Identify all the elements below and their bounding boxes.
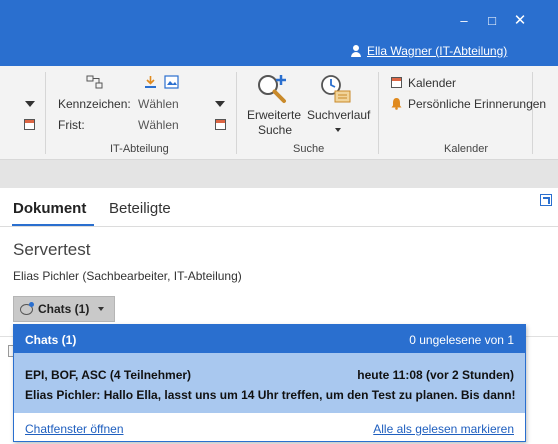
calendar-icon xyxy=(391,77,402,88)
bell-icon xyxy=(391,98,402,110)
ribbon-separator xyxy=(532,72,533,154)
hierarchy-icon xyxy=(86,75,103,89)
document-title: Servertest xyxy=(13,240,91,259)
chat-list-item[interactable]: EPI, BOF, ASC (4 Teilnehmer) heute 11:08… xyxy=(14,353,525,413)
ribbon-spacer xyxy=(0,160,558,188)
title-bar: – □ ✕ Ella Wagner (IT-Abteilung) xyxy=(0,0,558,66)
minimize-button[interactable]: – xyxy=(452,10,476,32)
chats-popup: Chats (1) 0 ungelesene von 1 EPI, BOF, A… xyxy=(13,324,526,442)
chevron-down-icon[interactable] xyxy=(215,101,225,107)
frist-label: Frist: xyxy=(58,118,85,132)
document-subtitle: Elias Pichler (Sachbearbeiter, IT-Abteil… xyxy=(13,269,242,283)
calendar-icon[interactable] xyxy=(215,119,226,130)
group-label-it-abteilung: IT-Abteilung xyxy=(110,143,169,155)
chat-participants: EPI, BOF, ASC (4 Teilnehmer) xyxy=(25,368,192,382)
image-icon[interactable] xyxy=(164,75,179,89)
expand-icon[interactable] xyxy=(540,194,552,206)
erweiterte-suche-label-2[interactable]: Suche xyxy=(258,123,292,137)
chats-popup-footer: Chatfenster öffnen Alle als gelesen mark… xyxy=(14,413,525,441)
chats-button[interactable]: Chats (1) xyxy=(13,296,115,322)
user-name: Ella Wagner (IT-Abteilung) xyxy=(367,44,508,58)
tab-beteiligte[interactable]: Beteiligte xyxy=(109,200,171,217)
download-icon[interactable] xyxy=(143,75,158,89)
tab-dokument[interactable]: Dokument xyxy=(13,200,86,217)
group-label-suche: Suche xyxy=(293,143,325,155)
chevron-down-icon xyxy=(98,307,105,311)
history-icon[interactable] xyxy=(320,74,352,104)
maximize-button[interactable]: □ xyxy=(480,10,504,32)
unread-count: 0 ungelesene von 1 xyxy=(409,333,514,347)
close-button[interactable]: ✕ xyxy=(508,10,532,32)
chat-message-preview: Elias Pichler: Hallo Ella, lasst uns um … xyxy=(25,388,516,402)
chats-button-label: Chats (1) xyxy=(38,302,90,316)
persoenliche-erinnerungen-button[interactable]: Persönliche Erinnerungen xyxy=(408,97,546,111)
frist-select[interactable]: Wählen xyxy=(138,118,179,132)
group-label-kalender: Kalender xyxy=(444,143,489,155)
ribbon-separator xyxy=(378,72,379,154)
user-account-link[interactable]: Ella Wagner (IT-Abteilung) xyxy=(350,44,507,58)
mark-all-read-link[interactable]: Alle als gelesen markieren xyxy=(373,422,514,436)
tabs-divider xyxy=(0,226,558,227)
erweiterte-suche-label-1[interactable]: Erweiterte xyxy=(247,108,301,122)
kalender-button[interactable]: Kalender xyxy=(408,76,456,90)
calendar-icon[interactable] xyxy=(24,119,35,130)
chat-bubble-icon xyxy=(20,301,34,315)
ribbon-separator xyxy=(236,72,237,154)
kennzeichen-select[interactable]: Wählen xyxy=(138,97,179,111)
search-plus-icon[interactable] xyxy=(255,72,289,106)
chat-timestamp: heute 11:08 (vor 2 Stunden) xyxy=(357,368,514,382)
open-chat-window-link[interactable]: Chatfenster öffnen xyxy=(25,422,124,436)
chats-popup-title: Chats (1) xyxy=(25,333,77,347)
chevron-down-icon[interactable] xyxy=(25,101,35,107)
ribbon-separator xyxy=(45,72,46,154)
document-pane: Dokument Beteiligte Servertest Elias Pic… xyxy=(0,188,558,444)
ribbon: Kennzeichen: Frist: Wählen Wählen IT-Abt… xyxy=(0,66,558,160)
chevron-down-icon[interactable] xyxy=(335,128,341,132)
kennzeichen-label: Kennzeichen: xyxy=(58,97,131,111)
suchverlauf-button[interactable]: Suchverlauf xyxy=(307,108,370,122)
user-icon xyxy=(350,45,362,57)
chats-popup-header: Chats (1) 0 ungelesene von 1 xyxy=(14,325,525,353)
